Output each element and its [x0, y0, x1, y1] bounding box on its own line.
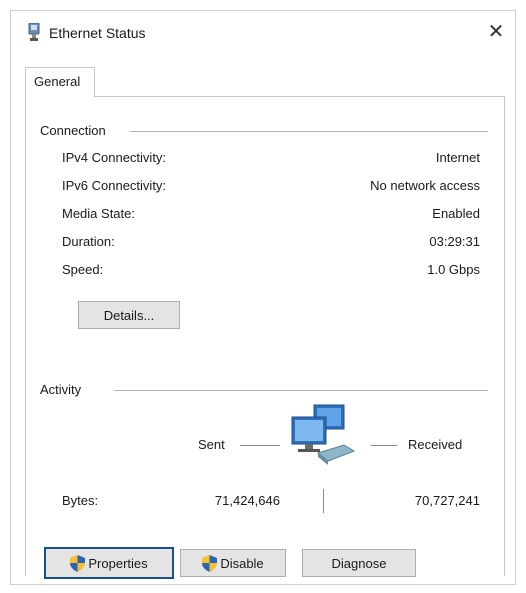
uac-shield-icon [202, 554, 218, 572]
media-state-label: Media State: [62, 206, 135, 221]
ipv4-value: Internet [435, 150, 480, 165]
details-button[interactable]: Details... [78, 301, 180, 329]
ipv6-value: No network access [370, 178, 480, 193]
disable-button[interactable]: Disable [180, 549, 286, 577]
diagnose-button[interactable]: Diagnose [302, 549, 416, 577]
disable-label: Disable [220, 555, 264, 571]
bytes-label: Bytes: [62, 493, 99, 508]
window-title: Ethernet Status [49, 25, 146, 41]
activity-heading: Activity [40, 382, 88, 397]
general-panel: Connection IPv4 Connectivity: Internet I… [25, 96, 505, 579]
ethernet-status-window: Ethernet Status ✕ General Connection IPv… [10, 10, 516, 585]
bytes-sent-value: 71,424,646 [214, 493, 280, 508]
properties-button[interactable]: Properties [44, 547, 174, 579]
ipv4-label: IPv4 Connectivity: [62, 150, 167, 165]
activity-divider [114, 390, 488, 391]
uac-shield-icon [70, 554, 86, 572]
properties-label: Properties [88, 555, 148, 571]
duration-value: 03:29:31 [429, 234, 480, 249]
connection-divider [130, 131, 488, 132]
network-computers-icon [291, 404, 356, 465]
speed-value: 1.0 Gbps [427, 262, 480, 277]
speed-label: Speed: [62, 262, 104, 277]
connection-heading: Connection [40, 123, 112, 138]
ethernet-adapter-icon [28, 23, 40, 41]
received-connector [371, 445, 397, 446]
tab-general[interactable]: General [25, 67, 95, 97]
media-state-value: Enabled [432, 206, 480, 221]
received-label: Received [408, 437, 463, 452]
close-button[interactable]: ✕ [483, 19, 509, 45]
title-bar[interactable]: Ethernet Status ✕ [11, 11, 515, 53]
duration-label: Duration: [62, 234, 115, 249]
bytes-received-value: 70,727,241 [414, 493, 480, 508]
sent-label: Sent [198, 437, 225, 452]
sent-connector [240, 445, 280, 446]
bytes-divider [323, 489, 324, 513]
ipv6-label: IPv6 Connectivity: [62, 178, 167, 193]
